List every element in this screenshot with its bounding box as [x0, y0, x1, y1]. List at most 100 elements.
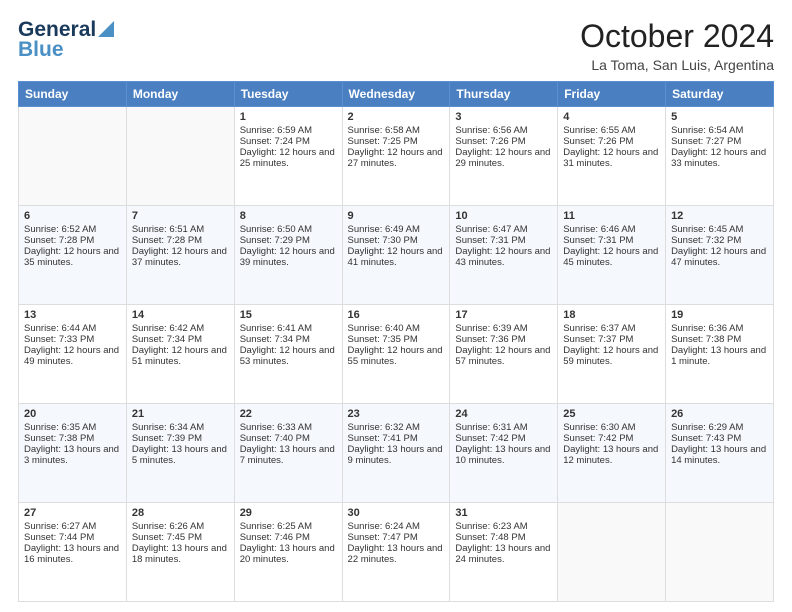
sunrise-text: Sunrise: 6:41 AM	[240, 323, 337, 334]
week-row-5: 27Sunrise: 6:27 AMSunset: 7:44 PMDayligh…	[19, 503, 774, 602]
sunrise-text: Sunrise: 6:34 AM	[132, 422, 229, 433]
day-number: 8	[240, 210, 337, 222]
daylight-text: Daylight: 12 hours and 55 minutes.	[348, 345, 445, 367]
table-row: 6Sunrise: 6:52 AMSunset: 7:28 PMDaylight…	[19, 206, 127, 305]
daylight-text: Daylight: 13 hours and 16 minutes.	[24, 543, 121, 565]
table-row	[126, 107, 234, 206]
sunset-text: Sunset: 7:36 PM	[455, 334, 552, 345]
sunset-text: Sunset: 7:35 PM	[348, 334, 445, 345]
sunrise-text: Sunrise: 6:27 AM	[24, 521, 121, 532]
sunset-text: Sunset: 7:28 PM	[24, 235, 121, 246]
sunrise-text: Sunrise: 6:56 AM	[455, 125, 552, 136]
day-number: 26	[671, 408, 768, 420]
table-row: 1Sunrise: 6:59 AMSunset: 7:24 PMDaylight…	[234, 107, 342, 206]
sunset-text: Sunset: 7:34 PM	[240, 334, 337, 345]
day-number: 3	[455, 111, 552, 123]
day-number: 12	[671, 210, 768, 222]
daylight-text: Daylight: 12 hours and 49 minutes.	[24, 345, 121, 367]
sunrise-text: Sunrise: 6:29 AM	[671, 422, 768, 433]
table-row: 17Sunrise: 6:39 AMSunset: 7:36 PMDayligh…	[450, 305, 558, 404]
col-wednesday: Wednesday	[342, 82, 450, 107]
day-number: 15	[240, 309, 337, 321]
sunset-text: Sunset: 7:32 PM	[671, 235, 768, 246]
sunrise-text: Sunrise: 6:35 AM	[24, 422, 121, 433]
daylight-text: Daylight: 12 hours and 37 minutes.	[132, 246, 229, 268]
daylight-text: Daylight: 12 hours and 33 minutes.	[671, 147, 768, 169]
day-number: 22	[240, 408, 337, 420]
sunrise-text: Sunrise: 6:58 AM	[348, 125, 445, 136]
sunset-text: Sunset: 7:28 PM	[132, 235, 229, 246]
sunset-text: Sunset: 7:43 PM	[671, 433, 768, 444]
sunrise-text: Sunrise: 6:23 AM	[455, 521, 552, 532]
table-row: 25Sunrise: 6:30 AMSunset: 7:42 PMDayligh…	[558, 404, 666, 503]
table-row: 4Sunrise: 6:55 AMSunset: 7:26 PMDaylight…	[558, 107, 666, 206]
daylight-text: Daylight: 13 hours and 22 minutes.	[348, 543, 445, 565]
sunset-text: Sunset: 7:31 PM	[455, 235, 552, 246]
day-number: 23	[348, 408, 445, 420]
sunset-text: Sunset: 7:31 PM	[563, 235, 660, 246]
sunrise-text: Sunrise: 6:50 AM	[240, 224, 337, 235]
day-number: 25	[563, 408, 660, 420]
table-row: 19Sunrise: 6:36 AMSunset: 7:38 PMDayligh…	[666, 305, 774, 404]
table-row: 13Sunrise: 6:44 AMSunset: 7:33 PMDayligh…	[19, 305, 127, 404]
sunrise-text: Sunrise: 6:33 AM	[240, 422, 337, 433]
daylight-text: Daylight: 12 hours and 53 minutes.	[240, 345, 337, 367]
sunset-text: Sunset: 7:40 PM	[240, 433, 337, 444]
day-number: 2	[348, 111, 445, 123]
day-number: 29	[240, 507, 337, 519]
day-number: 30	[348, 507, 445, 519]
sunrise-text: Sunrise: 6:32 AM	[348, 422, 445, 433]
col-monday: Monday	[126, 82, 234, 107]
week-row-2: 6Sunrise: 6:52 AMSunset: 7:28 PMDaylight…	[19, 206, 774, 305]
day-number: 1	[240, 111, 337, 123]
header: General Blue October 2024 La Toma, San L…	[18, 18, 774, 73]
daylight-text: Daylight: 12 hours and 39 minutes.	[240, 246, 337, 268]
table-row: 20Sunrise: 6:35 AMSunset: 7:38 PMDayligh…	[19, 404, 127, 503]
sunset-text: Sunset: 7:48 PM	[455, 532, 552, 543]
table-row: 31Sunrise: 6:23 AMSunset: 7:48 PMDayligh…	[450, 503, 558, 602]
table-row: 7Sunrise: 6:51 AMSunset: 7:28 PMDaylight…	[126, 206, 234, 305]
daylight-text: Daylight: 12 hours and 29 minutes.	[455, 147, 552, 169]
sunrise-text: Sunrise: 6:31 AM	[455, 422, 552, 433]
logo-triangle-icon	[98, 17, 114, 37]
sunrise-text: Sunrise: 6:36 AM	[671, 323, 768, 334]
table-row: 5Sunrise: 6:54 AMSunset: 7:27 PMDaylight…	[666, 107, 774, 206]
table-row: 8 Sunrise: 6:50 AMSunset: 7:29 PMDaylight…	[234, 206, 342, 305]
sunset-text: Sunset: 7:46 PM	[240, 532, 337, 543]
sunrise-text: Sunrise: 6:54 AM	[671, 125, 768, 136]
table-row: 11Sunrise: 6:46 AMSunset: 7:31 PMDayligh…	[558, 206, 666, 305]
week-row-4: 20Sunrise: 6:35 AMSunset: 7:38 PMDayligh…	[19, 404, 774, 503]
daylight-text: Daylight: 12 hours and 59 minutes.	[563, 345, 660, 367]
table-row: 12Sunrise: 6:45 AMSunset: 7:32 PMDayligh…	[666, 206, 774, 305]
sunset-text: Sunset: 7:26 PM	[563, 136, 660, 147]
week-row-3: 13Sunrise: 6:44 AMSunset: 7:33 PMDayligh…	[19, 305, 774, 404]
sunrise-text: Sunrise: 6:26 AM	[132, 521, 229, 532]
col-thursday: Thursday	[450, 82, 558, 107]
calendar-header-row: Sunday Monday Tuesday Wednesday Thursday…	[19, 82, 774, 107]
table-row	[666, 503, 774, 602]
month-title: October 2024	[580, 18, 774, 55]
sunrise-text: Sunrise: 6:44 AM	[24, 323, 121, 334]
table-row: 24Sunrise: 6:31 AMSunset: 7:42 PMDayligh…	[450, 404, 558, 503]
sunrise-text: Sunrise: 6:45 AM	[671, 224, 768, 235]
sunset-text: Sunset: 7:24 PM	[240, 136, 337, 147]
table-row: 26Sunrise: 6:29 AMSunset: 7:43 PMDayligh…	[666, 404, 774, 503]
day-number: 21	[132, 408, 229, 420]
sunset-text: Sunset: 7:29 PM	[240, 235, 337, 246]
table-row: 23Sunrise: 6:32 AMSunset: 7:41 PMDayligh…	[342, 404, 450, 503]
sunset-text: Sunset: 7:37 PM	[563, 334, 660, 345]
sunrise-text: Sunrise: 6:47 AM	[455, 224, 552, 235]
logo: General Blue	[18, 18, 114, 62]
table-row: 29Sunrise: 6:25 AMSunset: 7:46 PMDayligh…	[234, 503, 342, 602]
table-row: 22Sunrise: 6:33 AMSunset: 7:40 PMDayligh…	[234, 404, 342, 503]
sunrise-text: Sunrise: 6:42 AM	[132, 323, 229, 334]
day-number: 18	[563, 309, 660, 321]
day-number: 7	[132, 210, 229, 222]
table-row	[19, 107, 127, 206]
sunset-text: Sunset: 7:30 PM	[348, 235, 445, 246]
sunrise-text: Sunrise: 6:59 AM	[240, 125, 337, 136]
sunrise-text: Sunrise: 6:52 AM	[24, 224, 121, 235]
sunset-text: Sunset: 7:39 PM	[132, 433, 229, 444]
day-number: 28	[132, 507, 229, 519]
table-row: 28Sunrise: 6:26 AMSunset: 7:45 PMDayligh…	[126, 503, 234, 602]
